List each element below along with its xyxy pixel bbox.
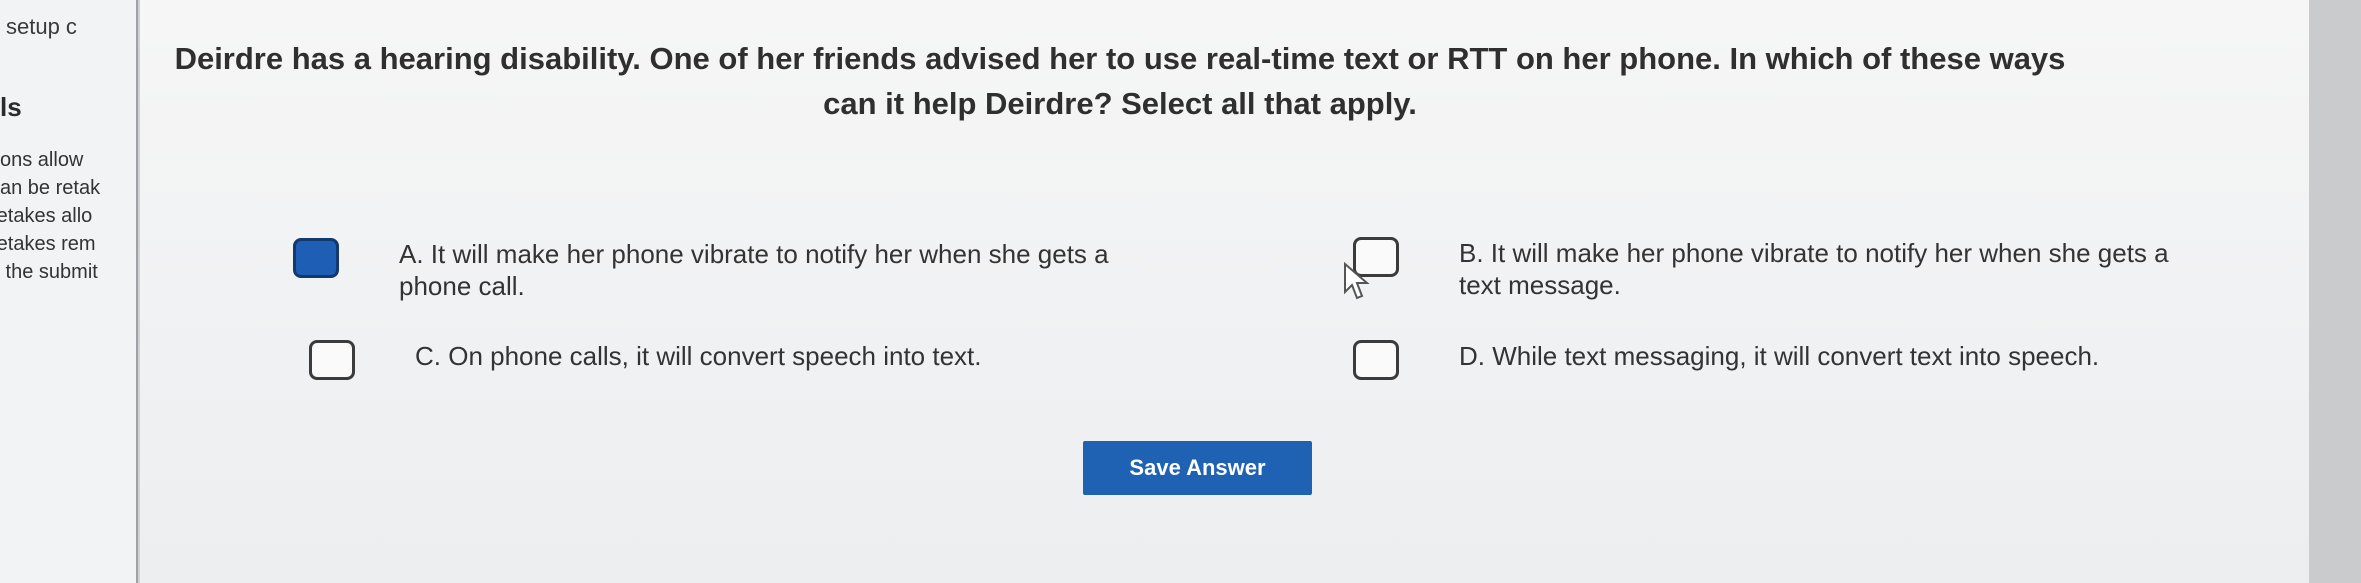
option-d-checkbox[interactable]	[1353, 340, 1399, 380]
right-margin	[2309, 0, 2361, 583]
sidebar-note: can be retak	[0, 177, 101, 199]
option-c-label: C. On phone calls, it will convert speec…	[415, 341, 982, 371]
sidebar-notes: tions allow can be retak retakes allo re…	[0, 146, 100, 286]
sidebar-section-label: ls	[0, 92, 22, 122]
sidebar-note: tions allow	[0, 149, 84, 171]
option-c-checkbox[interactable]	[309, 340, 355, 380]
option-c[interactable]: C. On phone calls, it will convert speec…	[309, 340, 1135, 380]
sidebar-setup-text: setup c	[6, 14, 77, 39]
sidebar: setup c ls tions allow can be retak reta…	[0, 0, 140, 583]
option-a-checkbox[interactable]	[293, 238, 339, 278]
option-b-label: B. It will make her phone vibrate to not…	[1459, 238, 2169, 300]
option-a[interactable]: A. It will make her phone vibrate to not…	[293, 238, 1119, 302]
save-answer-button[interactable]: Save Answer	[1083, 441, 1312, 495]
option-a-label: A. It will make her phone vibrate to not…	[399, 239, 1109, 301]
option-b[interactable]: B. It will make her phone vibrate to not…	[1353, 237, 2179, 301]
sidebar-note: retakes rem	[0, 233, 96, 255]
sidebar-panel: setup c ls tions allow can be retak reta…	[0, 0, 138, 583]
sidebar-note: k the submit	[0, 261, 98, 283]
option-d[interactable]: D. While text messaging, it will convert…	[1353, 340, 2179, 380]
sidebar-note: retakes allo	[0, 205, 93, 227]
pointer-arrow-icon	[1344, 262, 1370, 300]
question-text: Deirdre has a hearing disability. One of…	[174, 41, 2066, 121]
option-d-label: D. While text messaging, it will convert…	[1459, 341, 2100, 371]
